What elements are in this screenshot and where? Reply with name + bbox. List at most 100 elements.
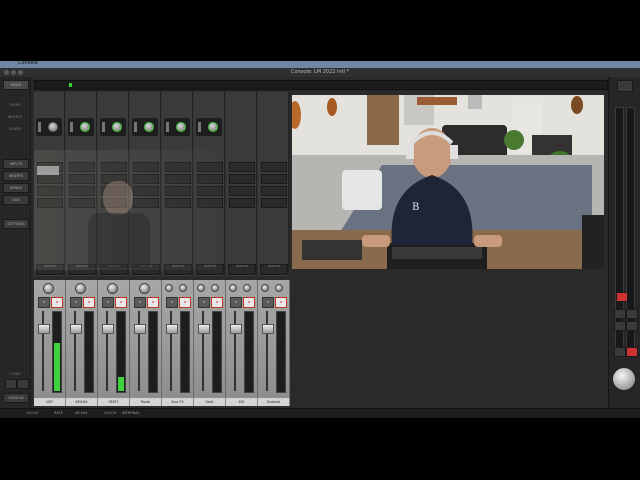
pan-left-knob[interactable] — [197, 284, 205, 292]
pan-knob[interactable] — [75, 283, 86, 294]
mute-button[interactable]: M — [115, 297, 127, 308]
channel-name[interactable]: Verb — [194, 398, 226, 406]
preamp-gain-knob[interactable] — [80, 122, 90, 132]
preamp-section — [132, 118, 158, 136]
mute-button[interactable]: M — [275, 297, 287, 308]
pan-right-knob[interactable] — [243, 284, 251, 292]
mute-button[interactable]: M — [211, 297, 223, 308]
channel-name[interactable]: U87 — [34, 398, 66, 406]
mono-button[interactable] — [626, 309, 638, 319]
channel-strip: SM — [162, 280, 194, 398]
talkback-button[interactable] — [626, 321, 638, 331]
pan-left-knob[interactable] — [261, 284, 269, 292]
level-meter — [52, 311, 62, 393]
fader-handle[interactable] — [134, 323, 146, 334]
mac-menubar: Console — [0, 60, 640, 68]
fader-handle[interactable] — [166, 323, 178, 334]
solo-button[interactable]: S — [166, 297, 178, 308]
pan-knob[interactable] — [139, 283, 150, 294]
insert-slot[interactable] — [261, 186, 287, 196]
sidebar-inserts-button[interactable]: INSERTS — [3, 171, 29, 181]
monitor-source-button[interactable] — [614, 347, 626, 357]
insert-slot[interactable] — [229, 186, 255, 196]
insert-slot[interactable] — [261, 162, 287, 172]
solo-button[interactable]: S — [198, 297, 210, 308]
preamp-gain-knob[interactable] — [176, 122, 186, 132]
mute-button[interactable]: M — [51, 297, 63, 308]
solo-button[interactable]: S — [70, 297, 82, 308]
channel-name[interactable]: DX — [226, 398, 258, 406]
sample-rate-value[interactable]: 48 kHz — [75, 411, 87, 415]
fader-handle[interactable] — [70, 323, 82, 334]
clear-solo-button[interactable] — [5, 379, 17, 389]
sidebar-inputs-button[interactable]: INPUTS — [3, 159, 29, 169]
insert-monitor-button[interactable]: MONITOR — [228, 264, 256, 275]
monitor-mute-button[interactable] — [616, 292, 628, 302]
channel-name[interactable]: System — [258, 398, 290, 406]
channel-name[interactable]: KM184 — [66, 398, 98, 406]
status-bar: 120.00 RATE 48 kHz CLOCK INTERNAL — [0, 408, 640, 418]
mute-button[interactable]: M — [243, 297, 255, 308]
insert-slot[interactable] — [229, 198, 255, 208]
sends-view-label[interactable]: SENDS — [3, 127, 27, 131]
app-menu-name[interactable]: Console — [18, 60, 38, 66]
channel-fader-section: S M U87 S M KM184 S M SM57 S M Rode S M Aux FX S M Verb S M… — [34, 280, 290, 406]
clock-source-value[interactable]: INTERNAL — [122, 411, 140, 415]
solo-button[interactable]: S — [102, 297, 114, 308]
insert-slot[interactable] — [261, 174, 287, 184]
channel-name[interactable]: SM57 — [98, 398, 130, 406]
sidebar-settings-button[interactable]: SETTINGS — [3, 219, 29, 229]
solo-button[interactable]: S — [38, 297, 50, 308]
channel-name[interactable]: Rode — [130, 398, 162, 406]
preamp-gain-knob[interactable] — [112, 122, 122, 132]
fader-handle[interactable] — [102, 323, 114, 334]
fader-handle[interactable] — [262, 323, 274, 334]
pan-left-knob[interactable] — [165, 284, 173, 292]
meter-level — [54, 343, 60, 391]
fader-handle[interactable] — [38, 323, 50, 334]
clear-mute-button[interactable] — [17, 379, 29, 389]
pan-right-knob[interactable] — [211, 284, 219, 292]
dim-button[interactable] — [614, 321, 626, 331]
mute-button[interactable]: M — [147, 297, 159, 308]
solo-button[interactable]: S — [230, 297, 242, 308]
channel-name[interactable]: Aux FX — [162, 398, 194, 406]
pan-right-knob[interactable] — [275, 284, 283, 292]
tempo-value[interactable]: 120.00 — [26, 411, 39, 415]
fader-handle[interactable] — [198, 323, 210, 334]
insert-monitor-button[interactable]: MONITOR — [260, 264, 288, 275]
preamp-gain-knob[interactable] — [144, 122, 154, 132]
fader-handle[interactable] — [230, 323, 242, 334]
monitor-select-button[interactable] — [626, 347, 638, 357]
inserts-view-label[interactable]: INSERTS — [3, 115, 27, 119]
pan-right-knob[interactable] — [179, 284, 187, 292]
pan-left-knob[interactable] — [229, 284, 237, 292]
level-meter — [180, 311, 190, 393]
mute-button[interactable]: M — [83, 297, 95, 308]
solo-button[interactable]: S — [134, 297, 146, 308]
insert-slot[interactable] — [229, 174, 255, 184]
pan-knob[interactable] — [43, 283, 54, 294]
overlay-sticker — [37, 166, 59, 175]
menu-button[interactable]: MENU — [3, 80, 29, 90]
mute-button[interactable]: M — [179, 297, 191, 308]
channel-strip: SM — [258, 280, 290, 398]
overlay-person-head — [103, 181, 133, 215]
monitor-panel — [608, 77, 640, 408]
monitor-level-knob[interactable] — [612, 367, 636, 391]
session-button[interactable]: SESSION — [3, 393, 29, 403]
insert-slot[interactable] — [229, 162, 255, 172]
insert-slot[interactable] — [261, 198, 287, 208]
solo-button[interactable]: S — [262, 297, 274, 308]
preamp-gain-knob[interactable] — [208, 122, 218, 132]
pan-knob[interactable] — [107, 283, 118, 294]
gain-meter — [70, 122, 73, 132]
alt-monitor-button[interactable] — [614, 309, 626, 319]
channel-strip: SM — [66, 280, 98, 398]
level-meter — [244, 311, 254, 393]
sidebar-aux-button[interactable]: AUX — [3, 195, 29, 205]
gain-meter — [102, 122, 105, 132]
sidebar-sends-button[interactable]: SENDS — [3, 183, 29, 193]
preamp-gain-knob[interactable] — [48, 122, 58, 132]
channel-strip: SM — [226, 280, 258, 398]
